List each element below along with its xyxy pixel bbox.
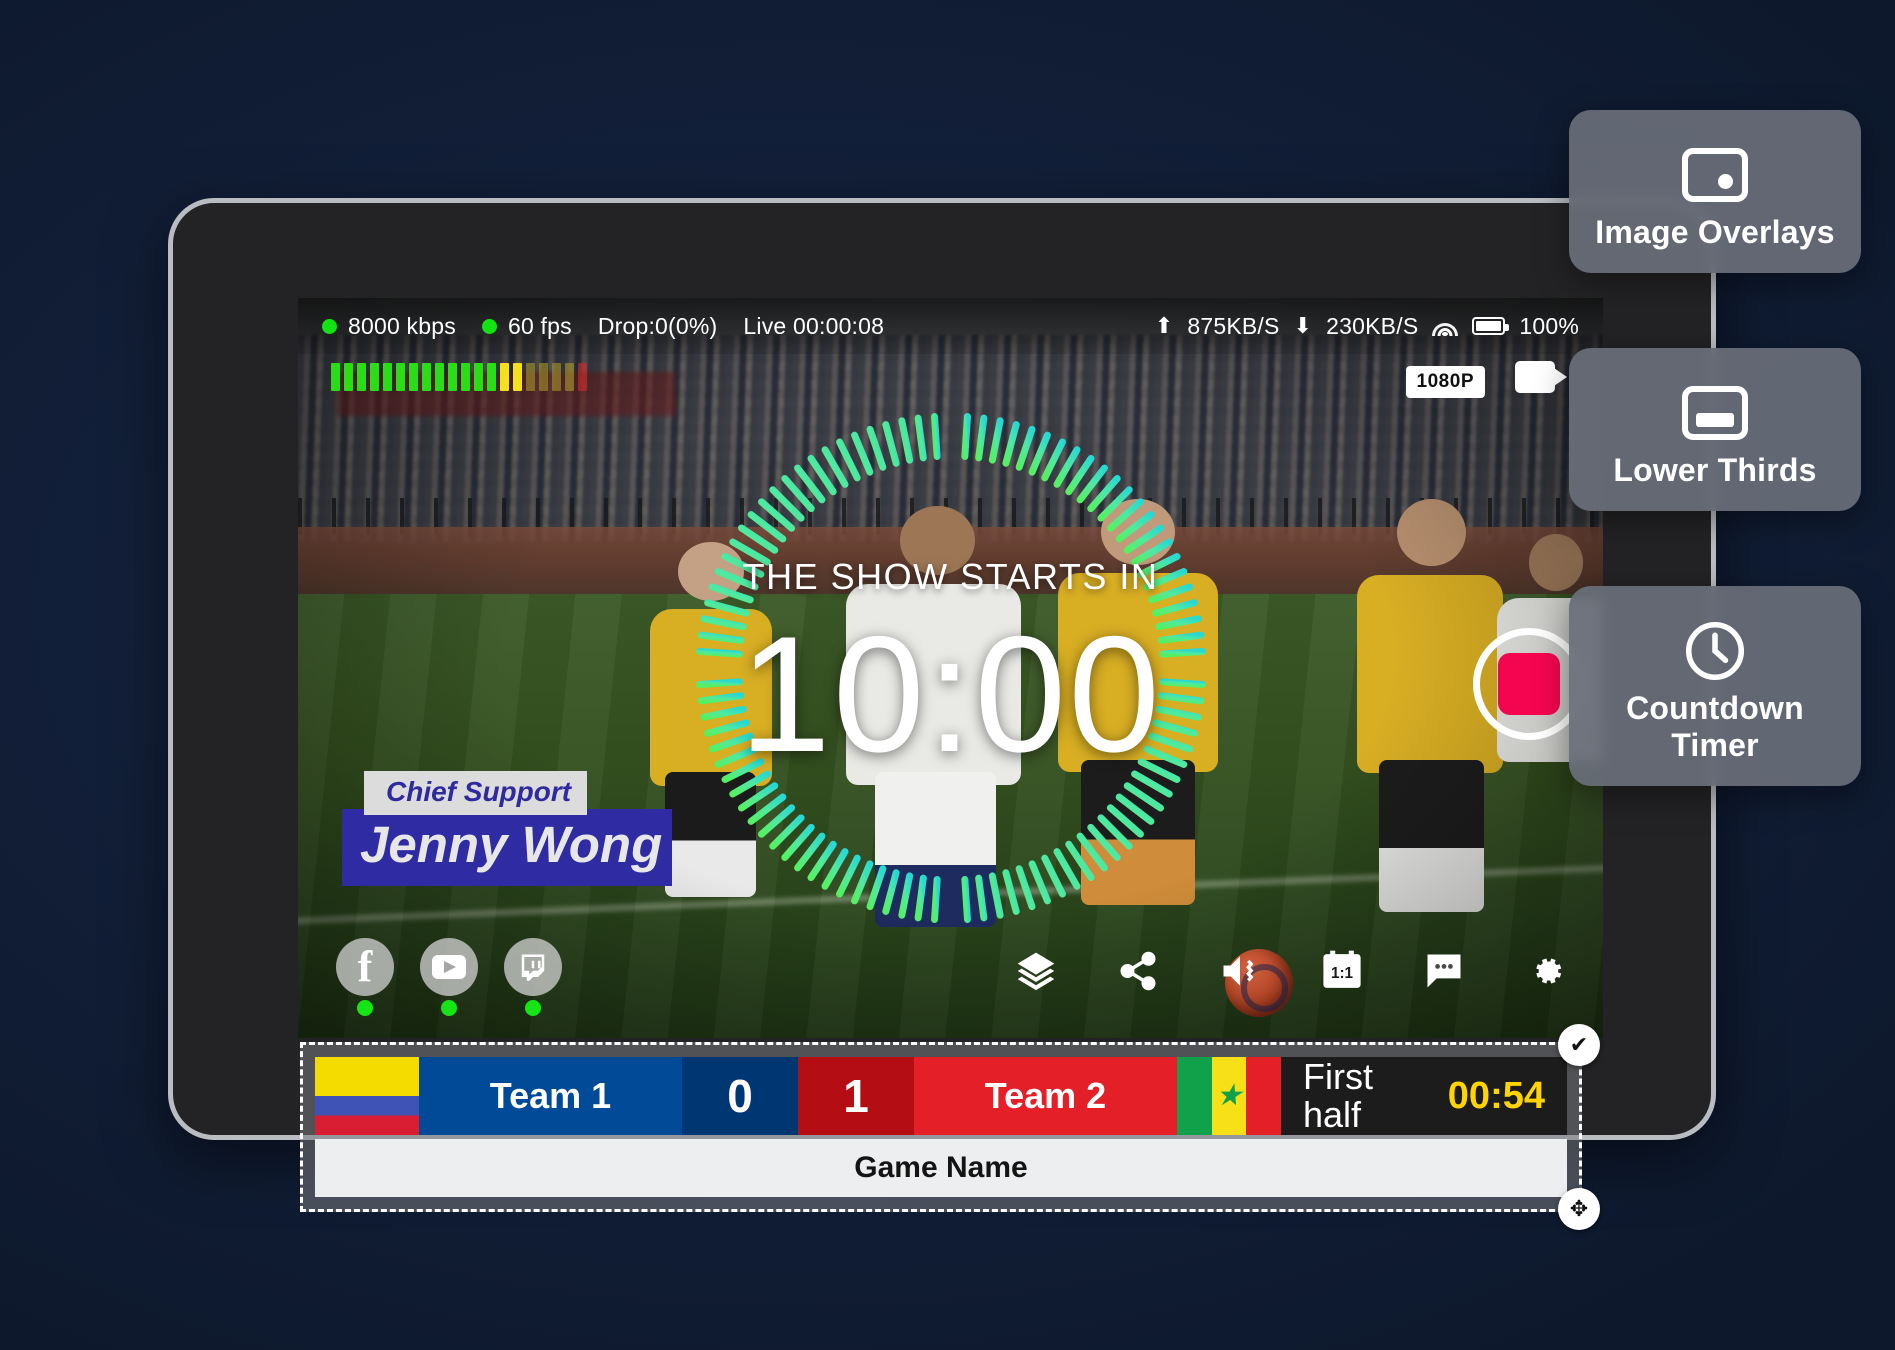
facebook-icon: f bbox=[357, 942, 373, 992]
video-camera-icon[interactable] bbox=[1515, 361, 1567, 393]
bitrate-label: 8000 kbps bbox=[348, 312, 456, 339]
lower-third-icon bbox=[1583, 374, 1847, 452]
game-name-label[interactable]: Game Name bbox=[315, 1139, 1567, 1197]
twitch-destination-button[interactable] bbox=[504, 938, 562, 1016]
countdown-timer-overlay[interactable]: THE SHOW STARTS IN 10:00 bbox=[671, 388, 1231, 948]
period-section[interactable]: First half 00:54 bbox=[1281, 1057, 1567, 1135]
resolution-badge[interactable]: 1080P bbox=[1405, 366, 1485, 398]
feature-label-lower-thirds: Lower Thirds bbox=[1613, 452, 1817, 488]
countdown-label: THE SHOW STARTS IN bbox=[742, 556, 1159, 597]
drop-label: Drop:0(0%) bbox=[597, 312, 718, 339]
arrow-down-icon: ⬇ bbox=[1293, 313, 1313, 338]
team1-score[interactable]: 0 bbox=[682, 1057, 798, 1135]
move-handle-icon[interactable]: ✥ bbox=[1558, 1188, 1600, 1230]
feature-card-image-overlays[interactable]: Image Overlays bbox=[1569, 110, 1861, 273]
image-overlay-icon bbox=[1583, 136, 1847, 214]
team2-flag-senegal[interactable]: ★ bbox=[1177, 1057, 1282, 1135]
bitrate-indicator: 8000 kbps bbox=[322, 313, 456, 340]
svg-text:1:1: 1:1 bbox=[1331, 965, 1354, 982]
aspect-ratio-icon[interactable]: 1:1 bbox=[1319, 948, 1365, 994]
twitch-icon bbox=[521, 954, 545, 981]
facebook-live-dot bbox=[357, 1000, 373, 1016]
audio-level-meter bbox=[326, 362, 592, 394]
youtube-live-dot bbox=[441, 1000, 457, 1016]
scoreboard-row: Team 1 0 1 Team 2 ★ First half 00:54 bbox=[315, 1057, 1567, 1135]
youtube-destination-button[interactable] bbox=[420, 938, 478, 1016]
share-icon[interactable] bbox=[1115, 948, 1161, 994]
bitrate-status-dot bbox=[322, 318, 337, 334]
countdown-time: 10:00 bbox=[739, 602, 1162, 786]
feature-card-countdown-timer[interactable]: Countdown Timer bbox=[1569, 586, 1861, 786]
lower-third-role: Chief Support bbox=[364, 771, 588, 815]
upload-speed-label: 875KB/S bbox=[1187, 312, 1280, 339]
scoreboard-overlay[interactable]: Team 1 0 1 Team 2 ★ First half 00:54 Gam… bbox=[300, 1024, 1600, 1230]
team1-name[interactable]: Team 1 bbox=[419, 1057, 682, 1135]
tablet-device-frame: 8000 kbps 60 fps Drop:0(0%) Live 00:00:0… bbox=[168, 198, 1716, 1140]
facebook-destination-button[interactable]: f bbox=[336, 938, 394, 1016]
lower-third-overlay[interactable]: Chief Support Jenny Wong bbox=[342, 771, 672, 886]
clock-icon bbox=[1583, 612, 1847, 690]
audio-icon[interactable] bbox=[1217, 948, 1263, 994]
confirm-handle-icon[interactable]: ✔ bbox=[1558, 1024, 1600, 1066]
app-screen: 8000 kbps 60 fps Drop:0(0%) Live 00:00:0… bbox=[298, 298, 1603, 1038]
lower-third-name: Jenny Wong bbox=[342, 809, 672, 886]
youtube-play-icon bbox=[432, 955, 466, 979]
stream-status-bar: 8000 kbps 60 fps Drop:0(0%) Live 00:00:0… bbox=[298, 298, 1603, 354]
fps-indicator: 60 fps bbox=[481, 312, 572, 340]
battery-icon bbox=[1472, 317, 1510, 335]
layers-icon[interactable] bbox=[1013, 948, 1059, 994]
fps-label: 60 fps bbox=[507, 312, 572, 339]
battery-label: 100% bbox=[1519, 312, 1579, 339]
live-duration-label: Live 00:00:08 bbox=[743, 312, 885, 339]
social-destinations: f bbox=[336, 938, 562, 1016]
senegal-star-icon: ★ bbox=[1215, 1079, 1243, 1112]
preview-toolbar: 1:1 bbox=[1013, 948, 1569, 994]
team1-flag-colombia[interactable] bbox=[315, 1057, 419, 1135]
feature-label-image-overlays: Image Overlays bbox=[1595, 214, 1835, 250]
team2-name[interactable]: Team 2 bbox=[914, 1057, 1177, 1135]
period-label: First half bbox=[1303, 1057, 1373, 1135]
period-timer: 00:54 bbox=[1447, 1074, 1545, 1117]
feature-card-lower-thirds[interactable]: Lower Thirds bbox=[1569, 348, 1861, 511]
team2-score[interactable]: 1 bbox=[798, 1057, 914, 1135]
chat-icon[interactable] bbox=[1421, 948, 1467, 994]
download-speed-label: 230KB/S bbox=[1326, 312, 1419, 339]
feature-label-countdown-timer: Countdown Timer bbox=[1626, 690, 1804, 763]
settings-gear-icon[interactable] bbox=[1523, 948, 1569, 994]
fps-status-dot bbox=[481, 318, 497, 334]
wifi-icon bbox=[1432, 317, 1459, 336]
twitch-live-dot bbox=[525, 1000, 541, 1016]
arrow-up-icon: ⬆ bbox=[1154, 313, 1174, 338]
